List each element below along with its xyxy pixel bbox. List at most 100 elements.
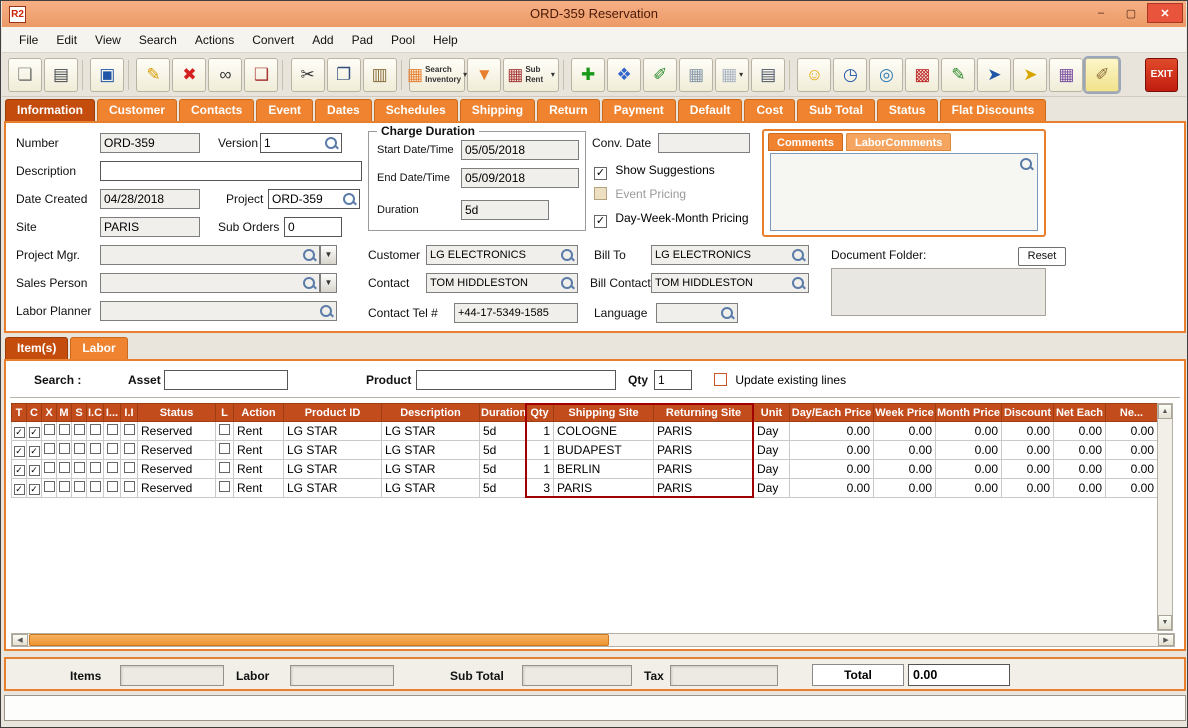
cell-checkbox[interactable] [42, 479, 57, 498]
cell-discount[interactable]: 0.00 [1002, 460, 1054, 479]
row-checkbox[interactable] [124, 462, 135, 473]
filter-button[interactable]: ▼ [467, 58, 501, 92]
grid-menu-dropdown-icon[interactable]: ▾ [739, 70, 743, 79]
cell-shipping-site[interactable]: BERLIN [554, 460, 654, 479]
cell-checkbox[interactable]: ✓ [27, 441, 42, 460]
column-header-discount[interactable]: Discount [1002, 404, 1054, 422]
horizontal-scrollbar[interactable]: ◀ ▶ [11, 633, 1175, 647]
cell-action[interactable]: Rent [234, 422, 284, 441]
row-checkbox[interactable]: ✓ [29, 446, 40, 457]
tab-dates[interactable]: Dates [315, 99, 372, 121]
scrollbar-thumb[interactable] [29, 634, 609, 646]
row-checkbox[interactable] [44, 443, 55, 454]
project-mgr-field[interactable] [100, 245, 320, 265]
bill-to-field[interactable]: LG ELECTRONICS [651, 245, 809, 265]
cell-checkbox[interactable] [87, 422, 104, 441]
comments-textarea[interactable] [770, 153, 1038, 231]
column-header-action[interactable]: Action [234, 404, 284, 422]
row-checkbox[interactable] [107, 424, 118, 435]
cell-checkbox[interactable]: ✓ [12, 441, 27, 460]
cell-duration[interactable]: 5d [480, 441, 526, 460]
cell-checkbox[interactable] [57, 460, 72, 479]
pool-box-button[interactable]: ▦ [1049, 58, 1083, 92]
cell-month-price[interactable]: 0.00 [936, 460, 1002, 479]
column-header-duration[interactable]: Duration [480, 404, 526, 422]
sub-rent-button[interactable]: ▦Sub Rent▾ [503, 58, 559, 92]
tab-schedules[interactable]: Schedules [374, 99, 458, 121]
scroll-left-icon[interactable]: ◀ [12, 634, 28, 646]
language-field[interactable] [656, 303, 738, 323]
bill-contact-field[interactable]: TOM HIDDLESTON [651, 273, 809, 293]
menu-edit[interactable]: Edit [47, 28, 86, 52]
close-button[interactable]: ✕ [1147, 3, 1183, 23]
column-header-unit[interactable]: Unit [754, 404, 790, 422]
sales-person-field[interactable] [100, 273, 320, 293]
search-document-button[interactable]: ❑ [244, 58, 278, 92]
column-header-m[interactable]: M [57, 404, 72, 422]
asset-search-input[interactable] [164, 370, 288, 390]
cell-week-price[interactable]: 0.00 [874, 479, 936, 498]
cell-product-id[interactable]: LG STAR [284, 441, 382, 460]
row-checkbox[interactable] [59, 443, 70, 454]
cell-checkbox[interactable]: ✓ [27, 460, 42, 479]
column-header-returning-site[interactable]: Returning Site [654, 404, 754, 422]
number-field[interactable]: ORD-359 [100, 133, 200, 153]
column-header-t[interactable]: T [12, 404, 27, 422]
cell-product-id[interactable]: LG STAR [284, 479, 382, 498]
row-checkbox[interactable]: ✓ [14, 465, 25, 476]
column-header-product-id[interactable]: Product ID [284, 404, 382, 422]
cell-month-price[interactable]: 0.00 [936, 441, 1002, 460]
cell-product-id[interactable]: LG STAR [284, 460, 382, 479]
print-grid-button[interactable]: ▤ [751, 58, 785, 92]
row-checkbox[interactable] [90, 481, 101, 492]
wand-button[interactable]: ✐ [1085, 58, 1119, 92]
version-field[interactable]: 1 [260, 133, 342, 153]
column-header-qty[interactable]: Qty [526, 404, 554, 422]
sub-rent-dropdown-icon[interactable]: ▾ [551, 70, 555, 79]
customer-search-icon[interactable] [560, 248, 575, 263]
sales-person-dropdown-icon[interactable]: ▼ [320, 273, 337, 293]
cell-checkbox[interactable] [42, 460, 57, 479]
notes-edit-button[interactable]: ✎ [941, 58, 975, 92]
row-checkbox[interactable] [59, 481, 70, 492]
column-header-s[interactable]: S [72, 404, 87, 422]
cell-returning-site[interactable]: PARIS [654, 479, 754, 498]
cell-qty[interactable]: 1 [526, 422, 554, 441]
column-header-shipping-site[interactable]: Shipping Site [554, 404, 654, 422]
row-checkbox[interactable] [107, 462, 118, 473]
delete-button[interactable]: ✖ [172, 58, 206, 92]
table-row[interactable]: ✓✓ReservedRentLG STARLG STAR5d1BUDAPESTP… [12, 441, 1158, 460]
grid-button[interactable]: ▦ [679, 58, 713, 92]
date-created-field[interactable]: 04/28/2018 [100, 189, 200, 209]
cell-checkbox[interactable] [72, 460, 87, 479]
menu-search[interactable]: Search [130, 28, 186, 52]
smiley-button[interactable]: ☺ [797, 58, 831, 92]
row-checkbox[interactable] [59, 424, 70, 435]
description-field[interactable] [100, 161, 362, 181]
column-header-c[interactable]: C [27, 404, 42, 422]
cell-checkbox[interactable] [216, 460, 234, 479]
project-field[interactable]: ORD-359 [268, 189, 360, 209]
copy-button[interactable]: ❐ [327, 58, 361, 92]
row-checkbox[interactable] [219, 481, 230, 492]
row-checkbox[interactable] [107, 481, 118, 492]
cell-status[interactable]: Reserved [138, 422, 216, 441]
duration-field[interactable]: 5d [461, 200, 549, 220]
cell-checkbox[interactable]: ✓ [12, 460, 27, 479]
tab-items[interactable]: Item(s) [5, 337, 68, 359]
event-pricing-checkbox[interactable] [594, 187, 607, 200]
cell-status[interactable]: Reserved [138, 441, 216, 460]
conv-date-field[interactable] [658, 133, 750, 153]
column-header-x[interactable]: X [42, 404, 57, 422]
cell-checkbox[interactable] [104, 422, 121, 441]
cell-shipping-site[interactable]: COLOGNE [554, 422, 654, 441]
menu-convert[interactable]: Convert [243, 28, 303, 52]
cell-net-each[interactable]: 0.00 [1054, 422, 1106, 441]
add-button[interactable]: ✚ [571, 58, 605, 92]
cell-checkbox[interactable] [57, 441, 72, 460]
cell-day-each-price[interactable]: 0.00 [790, 441, 874, 460]
start-datetime-field[interactable]: 05/05/2018 [461, 140, 579, 160]
new-document-button[interactable]: ❏ [8, 58, 42, 92]
menu-pool[interactable]: Pool [382, 28, 424, 52]
cell-returning-site[interactable]: PARIS [654, 441, 754, 460]
